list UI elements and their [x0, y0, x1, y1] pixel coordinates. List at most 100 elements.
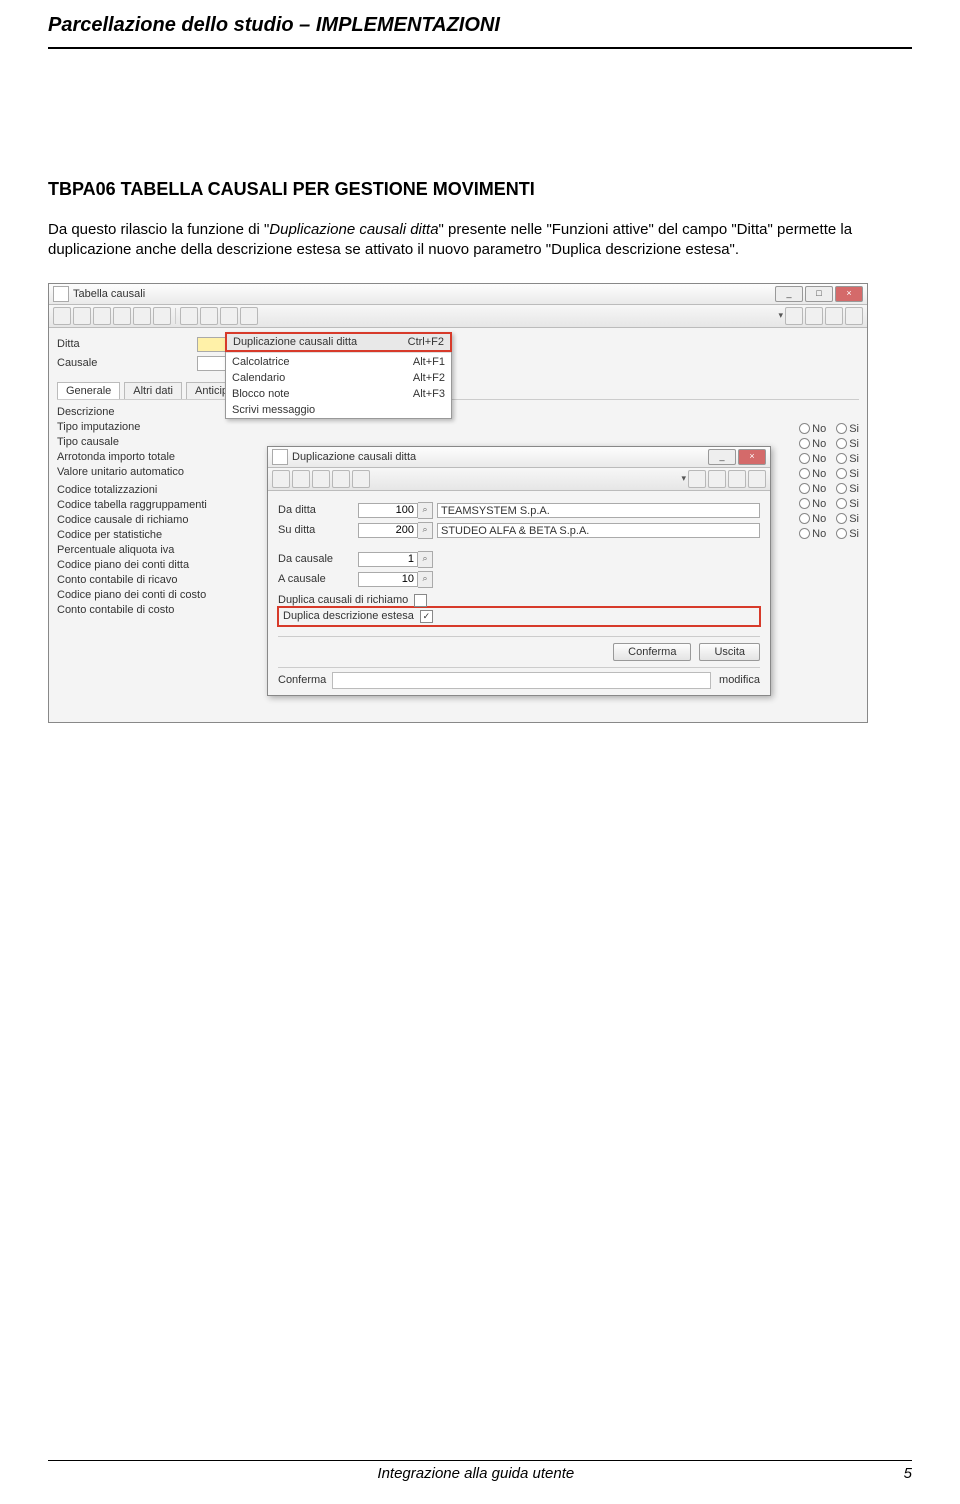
tab-altri-dati[interactable]: Altri dati	[124, 382, 182, 399]
da-ditta-lookup-icon[interactable]: ⌕	[418, 502, 433, 519]
status-box	[332, 672, 711, 689]
da-causale-lookup-icon[interactable]: ⌕	[418, 551, 433, 568]
lbl-arrotonda: Arrotonda importo totale	[57, 451, 217, 463]
lbl-codice-statistiche: Codice per statistiche	[57, 529, 217, 541]
dlg-tb-key-icon[interactable]	[708, 470, 726, 488]
toolbar-icon-1[interactable]	[53, 307, 71, 325]
menu-item-scrivi-messaggio[interactable]: Scrivi messaggio	[226, 402, 451, 418]
dialog-minimize-button[interactable]: _	[708, 449, 736, 465]
main-window-body: Ditta ⌕ Causale ⌕ Generale Altri dati An…	[49, 328, 867, 722]
check-duplica-estesa-row: Duplica descrizione estesa ✓	[283, 610, 755, 623]
su-ditta-lookup-icon[interactable]: ⌕	[418, 522, 433, 539]
radio-no-8[interactable]: No	[799, 528, 826, 540]
toolbar-icon-3[interactable]	[93, 307, 111, 325]
maximize-button[interactable]: □	[805, 286, 833, 302]
radio-no-5[interactable]: No	[799, 483, 826, 495]
a-causale-lookup-icon[interactable]: ⌕	[418, 571, 433, 588]
menu-item-calendario[interactable]: CalendarioAlt+F2	[226, 370, 451, 386]
dialog-toolbar: ▾	[268, 468, 770, 491]
conferma-button[interactable]: Conferma	[613, 643, 691, 661]
dialog-close-button[interactable]: ×	[738, 449, 766, 465]
radio-si-7[interactable]: Si	[836, 513, 859, 525]
da-ditta-input[interactable]	[358, 503, 418, 518]
toolbar-doc-icon[interactable]	[825, 307, 843, 325]
check1-label: Duplica causali di richiamo	[278, 594, 408, 606]
header-rule	[48, 47, 912, 49]
lbl-descrizione: Descrizione	[57, 406, 217, 418]
menu-item-label: Duplicazione causali ditta	[233, 336, 357, 348]
minimize-button[interactable]: _	[775, 286, 803, 302]
page-number: 5	[904, 1465, 912, 1482]
radio-no-7[interactable]: No	[799, 513, 826, 525]
causale-row: Causale ⌕	[57, 355, 859, 372]
menu-item-blocco-note[interactable]: Blocco noteAlt+F3	[226, 386, 451, 402]
radio-no-6[interactable]: No	[799, 498, 826, 510]
toolbar-list-icon[interactable]	[845, 307, 863, 325]
radio-si-5[interactable]: Si	[836, 483, 859, 495]
toolbar-key-icon[interactable]	[805, 307, 823, 325]
radio-no-2[interactable]: No	[799, 438, 826, 450]
dlg-tb-icon-3[interactable]	[312, 470, 330, 488]
radio-no-1[interactable]: No	[799, 423, 826, 435]
dlg-tb-icon-1[interactable]	[272, 470, 290, 488]
radio-si-8[interactable]: Si	[836, 528, 859, 540]
dlg-tb-doc-icon[interactable]	[728, 470, 746, 488]
toolbar-search-icon[interactable]	[785, 307, 803, 325]
radio-si-3[interactable]: Si	[836, 453, 859, 465]
dlg-tb-icon-4[interactable]	[332, 470, 350, 488]
dialog-titlebar: Duplicazione causali ditta _ ×	[268, 447, 770, 468]
nav-prev-icon[interactable]	[200, 307, 218, 325]
dialog-buttons: Conferma Uscita	[278, 636, 760, 661]
menu-item-calcolatrice[interactable]: CalcolatriceAlt+F1	[226, 354, 451, 370]
check-duplica-richiamo[interactable]	[414, 594, 427, 607]
da-causale-input[interactable]	[358, 552, 418, 567]
lbl-tipo-causale: Tipo causale	[57, 436, 217, 448]
toolbar-icon-2[interactable]	[73, 307, 91, 325]
highlight-red-box: Duplicazione causali ditta Ctrl+F2	[225, 332, 452, 352]
su-ditta-input[interactable]	[358, 523, 418, 538]
dlg-tb-search-icon[interactable]	[688, 470, 706, 488]
nav-last-icon[interactable]	[240, 307, 258, 325]
radio-si-1[interactable]: Si	[836, 423, 859, 435]
lbl-tipo-imputazione: Tipo imputazione	[57, 421, 217, 433]
toolbar-icon-5[interactable]	[133, 307, 151, 325]
dlg-toolbar-caret-icon[interactable]: ▾	[681, 473, 686, 484]
radio-si-4[interactable]: Si	[836, 468, 859, 480]
dlg-tb-icon-5[interactable]	[352, 470, 370, 488]
toolbar-caret-icon[interactable]: ▾	[778, 310, 783, 321]
nav-first-icon[interactable]	[180, 307, 198, 325]
a-causale-row: A causale ⌕	[278, 571, 760, 588]
toolbar-separator	[175, 308, 176, 324]
close-button[interactable]: ×	[835, 286, 863, 302]
footer-label: Integrazione alla guida utente	[377, 1465, 574, 1482]
radio-no-4[interactable]: No	[799, 468, 826, 480]
da-ditta-row: Da ditta ⌕ TEAMSYSTEM S.p.A.	[278, 502, 760, 519]
dlg-tb-list-icon[interactable]	[748, 470, 766, 488]
radio-no-3[interactable]: No	[799, 453, 826, 465]
toolbar-icon-4[interactable]	[113, 307, 131, 325]
su-ditta-label: Su ditta	[278, 524, 358, 536]
dlg-tb-icon-2[interactable]	[292, 470, 310, 488]
nav-next-icon[interactable]	[220, 307, 238, 325]
lbl-percentuale-iva: Percentuale aliquota iva	[57, 544, 217, 556]
main-window: Tabella causali _ □ ×	[48, 283, 868, 723]
menu-separator	[226, 352, 451, 353]
da-causale-label: Da causale	[278, 553, 358, 565]
main-window-title: Tabella causali	[73, 288, 775, 300]
check-duplica-estesa[interactable]: ✓	[420, 610, 433, 623]
a-causale-input[interactable]	[358, 572, 418, 587]
radio-si-2[interactable]: Si	[836, 438, 859, 450]
causale-label: Causale	[57, 357, 197, 369]
highlight-red-box-2: Duplica descrizione estesa ✓	[277, 606, 761, 627]
menu-item-duplicazione[interactable]: Duplicazione causali ditta Ctrl+F2	[227, 334, 450, 350]
su-ditta-name: STUDEO ALFA & BETA S.p.A.	[437, 523, 760, 538]
radio-si-6[interactable]: Si	[836, 498, 859, 510]
tab-generale[interactable]: Generale	[57, 382, 120, 399]
toolbar-icon-6[interactable]	[153, 307, 171, 325]
status-mode: modifica	[719, 674, 760, 686]
main-window-titlebar: Tabella causali _ □ ×	[49, 284, 867, 305]
uscita-button[interactable]: Uscita	[699, 643, 760, 661]
section-title: TBPA06 TABELLA CAUSALI PER GESTIONE MOVI…	[48, 179, 912, 200]
status-conferma-label: Conferma	[278, 674, 326, 686]
radio-row-1: No Si	[217, 423, 859, 435]
